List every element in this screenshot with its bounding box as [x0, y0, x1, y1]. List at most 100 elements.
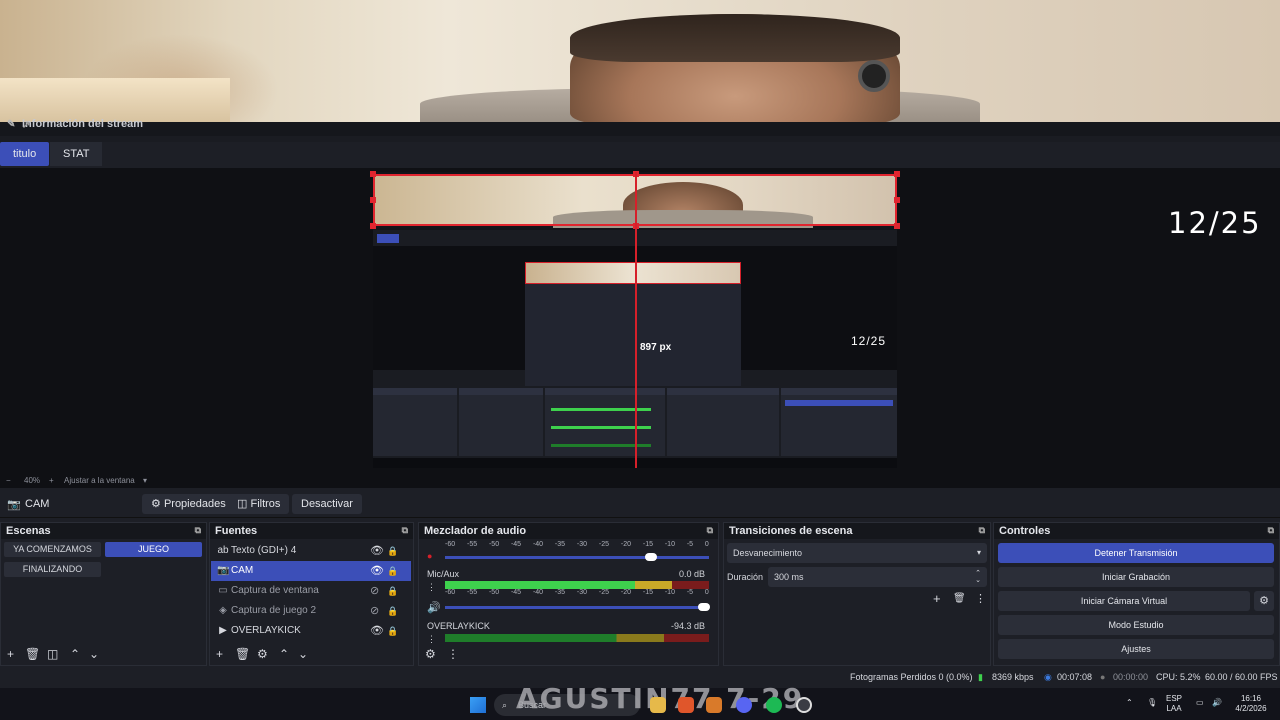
- source-label: CAM: [231, 565, 254, 576]
- lock-icon[interactable]: 🔒: [387, 621, 398, 641]
- volume-icon[interactable]: 🔊: [1212, 698, 1222, 708]
- resize-handle[interactable]: [894, 197, 900, 203]
- sources-title: Fuentes: [215, 525, 258, 537]
- move-down-icon[interactable]: ⌄: [89, 647, 99, 661]
- popout-icon[interactable]: ⧉: [979, 525, 985, 536]
- start-virtual-camera-button[interactable]: Iniciar Cámara Virtual: [998, 591, 1250, 611]
- volume-slider-knob[interactable]: [697, 603, 710, 611]
- zoom-out-button[interactable]: −: [6, 476, 11, 485]
- move-down-icon[interactable]: ⌄: [298, 647, 308, 661]
- properties-button[interactable]: ⚙ Propiedades: [142, 494, 235, 514]
- microphone-icon[interactable]: 🎙: [1147, 698, 1157, 708]
- add-transition-button[interactable]: +: [933, 591, 941, 606]
- meter-scale: -60 -55 -50 -45 -40 -35 -30 -25 -20 -15 -10 -5 0: [445, 589, 709, 596]
- stop-stream-button[interactable]: Detener Transmisión: [998, 543, 1274, 563]
- source-label: OVERLAYKICK: [231, 625, 301, 636]
- trash-icon[interactable]: 🗑: [25, 647, 40, 661]
- dropped-frames: Fotogramas Perdidos 0 (0.0%): [850, 672, 973, 682]
- transitions-dock: Transiciones de escena ⧉ Desvanecimiento …: [723, 522, 991, 666]
- clock-time: 16:16: [1240, 694, 1262, 703]
- eye-icon[interactable]: 👁: [370, 561, 384, 581]
- muted-icon[interactable]: ●: [427, 551, 432, 561]
- search-icon: ⌕: [502, 700, 508, 710]
- chevron-down-icon: ▾: [976, 548, 981, 557]
- popout-icon[interactable]: ⧉: [1268, 525, 1274, 536]
- network-icon[interactable]: ▭: [1196, 698, 1204, 708]
- volume-slider[interactable]: [445, 606, 709, 609]
- popout-icon[interactable]: ⧉: [707, 525, 713, 536]
- deactivate-button[interactable]: Desactivar: [292, 494, 362, 514]
- spin-down-icon[interactable]: ⌄: [975, 571, 981, 591]
- zoom-in-button[interactable]: +: [49, 476, 54, 485]
- gear-icon[interactable]: ⚙: [257, 647, 268, 661]
- clock[interactable]: 16:16 4/2/2026: [1232, 694, 1270, 714]
- kebab-menu-icon[interactable]: ⋮: [427, 582, 436, 593]
- eye-icon[interactable]: 👁: [370, 621, 384, 641]
- eye-hidden-icon[interactable]: ⊘: [370, 581, 379, 601]
- lock-icon[interactable]: 🔒: [387, 541, 398, 561]
- eye-hidden-icon[interactable]: ⊘: [370, 601, 379, 621]
- kebab-menu-icon[interactable]: ⋮: [975, 592, 986, 605]
- lock-icon[interactable]: 🔒: [387, 581, 398, 601]
- popout-icon[interactable]: ⧉: [195, 525, 201, 536]
- gear-icon[interactable]: ⚙: [1254, 591, 1274, 611]
- kebab-menu-icon[interactable]: ⋮: [447, 647, 459, 661]
- chevron-down-icon[interactable]: ▾: [143, 476, 147, 485]
- spotify-icon[interactable]: [766, 697, 782, 713]
- tab-stat[interactable]: STAT: [50, 142, 103, 166]
- tab-titulo[interactable]: titulo: [0, 142, 50, 166]
- trash-icon[interactable]: 🗑: [953, 593, 966, 604]
- scenes-dock: Escenas ⧉ YA COMENZAMOS JUEGO FINALIZANDO…: [0, 522, 207, 666]
- resize-handle[interactable]: [370, 223, 376, 229]
- trash-icon[interactable]: 🗑: [235, 647, 250, 661]
- filters-label: Filtros: [250, 498, 281, 510]
- advanced-audio-icon[interactable]: ⚙: [425, 647, 436, 661]
- resize-handle[interactable]: [370, 171, 376, 177]
- source-row[interactable]: ◈ Captura de juego 2 ⊘ 🔒: [211, 601, 411, 621]
- play-icon: ▶: [219, 625, 227, 636]
- add-scene-button[interactable]: +: [7, 647, 14, 661]
- popout-icon[interactable]: ⧉: [402, 525, 408, 536]
- source-row[interactable]: ▭ Captura de ventana ⊘ 🔒: [211, 581, 411, 601]
- app-icon[interactable]: [706, 697, 722, 713]
- transition-select[interactable]: Desvanecimiento ▾: [727, 543, 987, 563]
- speaker-icon[interactable]: 🔊: [427, 601, 441, 614]
- windows-start-icon[interactable]: [470, 697, 486, 713]
- move-up-icon[interactable]: ⌃: [279, 647, 289, 661]
- obs-icon[interactable]: [796, 697, 812, 713]
- source-row[interactable]: 📷 CAM 👁 🔒: [211, 561, 411, 581]
- volume-slider[interactable]: [445, 556, 709, 559]
- tab-bar: titulo STAT: [0, 142, 1280, 166]
- source-row[interactable]: ▶ OVERLAYKICK 👁 🔒: [211, 621, 411, 641]
- camera-icon: 📷: [217, 565, 230, 576]
- lock-icon[interactable]: 🔒: [387, 561, 398, 581]
- scene-juego[interactable]: JUEGO: [105, 542, 202, 557]
- resize-handle[interactable]: [370, 197, 376, 203]
- discord-icon[interactable]: [736, 697, 752, 713]
- volume-slider-knob[interactable]: [644, 553, 657, 561]
- stream-info-header[interactable]: ✎ Información del stream ↗: [0, 118, 1280, 136]
- language-indicator[interactable]: ESP LAA: [1166, 694, 1182, 714]
- zoom-fit-label[interactable]: Ajustar a la ventana: [64, 476, 135, 485]
- move-up-icon[interactable]: ⌃: [70, 647, 80, 661]
- filters-button[interactable]: ◫ Filtros: [228, 494, 290, 514]
- resize-handle[interactable]: [894, 171, 900, 177]
- bitrate: 8369 kbps: [992, 672, 1034, 682]
- scene-finalizando[interactable]: FINALIZANDO: [4, 562, 101, 577]
- scene-ya-comenzamos[interactable]: YA COMENZAMOS: [4, 542, 101, 557]
- lock-icon[interactable]: 🔒: [387, 601, 398, 621]
- source-row[interactable]: ab Texto (GDI+) 4 👁 🔒: [211, 541, 411, 561]
- expand-icon[interactable]: ↗: [22, 120, 1264, 131]
- add-source-button[interactable]: +: [216, 647, 223, 661]
- resize-handle[interactable]: [894, 223, 900, 229]
- duration-spinbox[interactable]: 300 ms ⌃ ⌄: [768, 567, 987, 587]
- eye-icon[interactable]: 👁: [370, 541, 384, 561]
- chevron-up-icon[interactable]: ⌃: [1126, 698, 1133, 708]
- brave-browser-icon[interactable]: [678, 697, 694, 713]
- studio-mode-button[interactable]: Modo Estudio: [998, 615, 1274, 635]
- filter-icon[interactable]: ◫: [47, 647, 58, 661]
- start-recording-button[interactable]: Iniciar Grabación: [998, 567, 1274, 587]
- settings-button[interactable]: Ajustes: [998, 639, 1274, 659]
- file-explorer-icon[interactable]: [650, 697, 666, 713]
- mixer-channel: Mic/Aux 0.0 dB ⋮ -60 -55 -50 -45 -40 -35 -30 -2…: [425, 569, 710, 614]
